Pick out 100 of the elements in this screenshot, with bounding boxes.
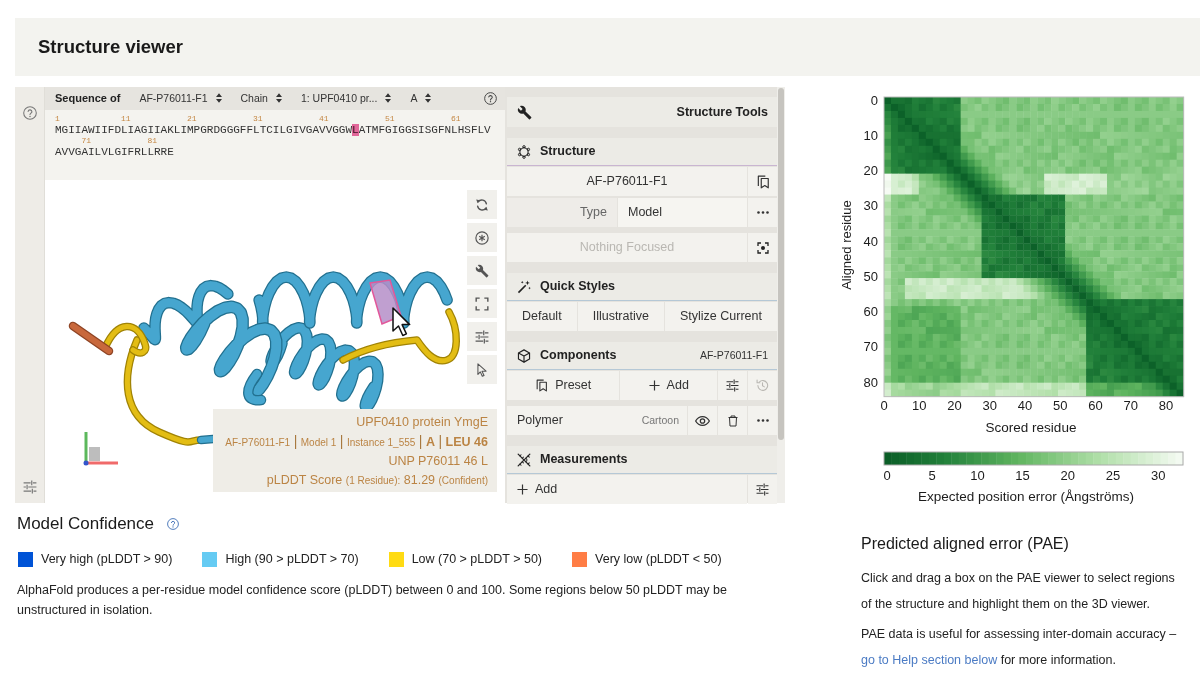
info-title: UPF0410 protein YmgE [355, 414, 488, 431]
help-link[interactable]: go to Help section below [861, 653, 998, 667]
focus-button[interactable] [748, 233, 777, 262]
visibility-button[interactable] [688, 406, 717, 435]
crossed-rulers-icon [517, 452, 531, 467]
residue-number: 61 [451, 114, 461, 124]
axis-tick-label: 10 [863, 127, 878, 143]
axis-tick-label: 50 [863, 268, 878, 284]
axis-title: Scored residue [985, 419, 1077, 435]
axis-tick-label: 30 [863, 198, 878, 214]
residue-number: 1 [55, 114, 60, 124]
pae-heatmap[interactable] [883, 96, 1185, 398]
axis-tick-label: 20 [863, 163, 878, 178]
terminal-segment [68, 321, 114, 356]
sequence-text[interactable]: AVVGAILVLGIFRLLRRE [55, 146, 174, 158]
reset-view-button[interactable] [467, 190, 497, 219]
field-value: Model [618, 198, 747, 227]
axis-title: Aligned residue [840, 200, 854, 290]
preset-button[interactable]: Preset [507, 371, 620, 400]
pae-description: PAE data is useful for assessing inter-domain accuracy – go to Help section below for more information. [861, 626, 1178, 669]
sliders-icon [22, 480, 37, 494]
axis-tick-label: 60 [1088, 397, 1103, 413]
history-icon [756, 379, 769, 392]
help-button[interactable] [484, 92, 497, 105]
section-heading: Predicted aligned error (PAE) [861, 534, 1070, 554]
style-button[interactable]: Default [507, 302, 577, 331]
sliders-icon [475, 329, 489, 344]
more-icon [756, 211, 769, 214]
residue-number: 31 [253, 114, 263, 124]
spin-button[interactable] [467, 223, 497, 252]
dropdown[interactable]: 1: UPF0410 pr... [300, 91, 392, 106]
dropdown[interactable]: Chain [240, 91, 282, 106]
controls-button[interactable] [467, 322, 497, 351]
field-label: Type [507, 198, 617, 227]
sliders-icon [756, 483, 769, 496]
axis-tick-label: 60 [863, 304, 878, 319]
sliders-icon [726, 379, 739, 392]
section-title: Quick Styles [540, 278, 616, 295]
fullscreen-button[interactable] [467, 289, 497, 318]
residue-number: 81 [147, 136, 157, 146]
options-button[interactable] [22, 480, 37, 494]
updown-caret-icon [385, 93, 392, 104]
residue-number: 11 [121, 114, 131, 124]
scrollbar[interactable] [777, 87, 785, 503]
axis-tick-label: 0 [870, 92, 878, 108]
axis-tick-label: 40 [863, 233, 878, 249]
more-icon [756, 419, 769, 422]
axis-tick-label: 20 [947, 397, 962, 413]
help-icon [22, 106, 37, 120]
colorbar-tick-label: 5 [928, 467, 936, 483]
updown-caret-icon [425, 93, 432, 104]
dropdown[interactable]: AF-P76011-F1 [139, 91, 222, 106]
options-button[interactable] [718, 371, 747, 400]
selection-mode-button[interactable] [467, 355, 497, 384]
highlighted-residue [369, 279, 402, 325]
axis-tick-label: 40 [1017, 397, 1033, 413]
plus-icon [648, 380, 660, 391]
component-button[interactable]: Polymer Cartoon [507, 406, 687, 435]
refresh-icon [475, 197, 489, 212]
preset-button[interactable] [748, 167, 777, 196]
selected-residue[interactable]: L [352, 124, 359, 136]
settings-button[interactable] [467, 256, 497, 285]
style-button[interactable]: Stylize Current [665, 302, 777, 331]
pointer-icon [475, 362, 489, 377]
add-button[interactable]: Add [507, 475, 747, 504]
axis-tick-label: 70 [1123, 397, 1138, 413]
colorbar-title: Expected position error (Ångströms) [917, 488, 1135, 504]
help-icon[interactable] [167, 518, 180, 530]
colorbar-tick-label: 20 [1060, 467, 1076, 483]
options-button[interactable] [748, 475, 777, 504]
plddt-score: pLDDT Score (1 Residue): 81.29 (Confident) [265, 472, 488, 489]
sequence-text[interactable]: ATMFGIGGSISGFNLHSFLV [358, 124, 491, 136]
magic-wand-icon [517, 279, 531, 294]
help-button[interactable] [22, 106, 37, 120]
scrollbar-thumb[interactable] [778, 88, 784, 440]
axes-icon [83, 432, 118, 466]
cube-icon [517, 348, 531, 363]
residue-number: 51 [385, 114, 395, 124]
structure-entry-button[interactable]: AF-P76011-F1 [507, 167, 747, 196]
legend-label: Very low (pLDDT < 50) [595, 551, 722, 568]
dropdown[interactable]: A [410, 91, 432, 106]
axis-tick-label: 30 [982, 397, 997, 413]
fullscreen-icon [475, 296, 489, 311]
colorbar-tick-label: 10 [970, 467, 985, 483]
delete-button[interactable] [718, 406, 747, 435]
style-button[interactable]: Illustrative [577, 302, 664, 331]
hexagon-icon [517, 144, 531, 159]
page-title: Structure viewer [38, 35, 183, 59]
section-heading: Model Confidence [17, 513, 155, 535]
mouse-cursor-icon [392, 307, 411, 337]
plus-icon [517, 484, 528, 495]
sequence-text[interactable]: MGIIAWIIFDLIAGIIAKLIMPGRDGGGFFLTCILGIVGAVVGGW [55, 124, 353, 136]
residue-number: 71 [81, 136, 91, 146]
section-title: Components [540, 347, 617, 364]
axis-tick-label: 80 [863, 374, 878, 390]
legend-label: High (90 > pLDDT > 70) [225, 551, 359, 568]
help-icon [484, 92, 497, 105]
add-button[interactable]: Add [620, 371, 717, 400]
sequence-label: Sequence of [55, 91, 121, 106]
focus-icon [756, 241, 769, 254]
